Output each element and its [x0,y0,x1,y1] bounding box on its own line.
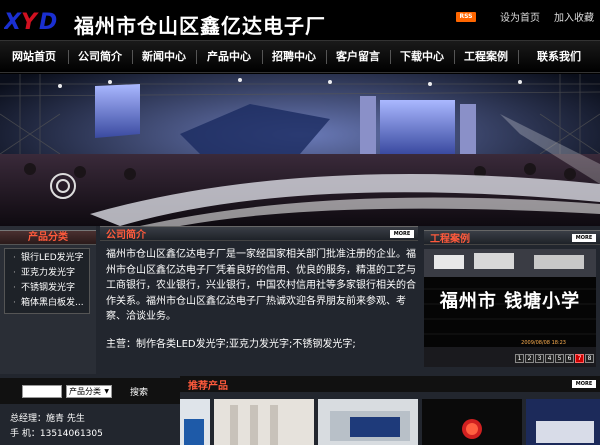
about-title: 公司简介 [106,230,146,241]
photo-timestamp: 2009/08/08 18:23 [521,340,566,346]
nav-item-contact[interactable]: 联系我们 [518,41,600,74]
about-paragraph: 福州市仓山区鑫亿达电子厂是一家经国家相关部门批准注册的企业。福州市仓山区鑫亿达电… [106,249,416,322]
rss-icon[interactable]: RSS [456,11,476,22]
product-thumbnail-strip[interactable] [180,399,600,445]
slide-page[interactable]: 3 [535,354,544,363]
search-button[interactable]: 搜索 [130,385,148,398]
slide-page[interactable]: 4 [545,354,554,363]
main-business: 主营：制作各类LED发光字;亚克力发光字;不锈钢发光字; [106,338,356,350]
search-input[interactable] [22,384,62,398]
slide-page[interactable]: 2 [525,354,534,363]
project-cases-section: 工程案例 MORE 福州市 钱塘小学 2009/08/08 18:23 1 2 [424,230,600,378]
about-body: 福州市仓山区鑫亿达电子厂是一家经国家相关部门批准注册的企业。福州市仓山区鑫亿达电… [100,241,418,352]
company-intro-section: 公司简介 MORE 福州市仓山区鑫亿达电子厂是一家经国家相关部门批准注册的企业。… [100,226,418,374]
products-more-button[interactable]: MORE [572,380,596,388]
nav-item-about[interactable]: 公司简介 [68,41,132,74]
category-select[interactable]: 产品分类 ▼ [66,384,112,398]
contact-info: 总经理：施青 先生 手 机：13514061305 [0,406,180,445]
nav-item-guestbook[interactable]: 客户留言 [326,41,390,74]
main-nav: 网站首页 公司简介 新闻中心 产品中心 招聘中心 客户留言 下载中心 工程案例 … [0,40,600,73]
content-area: 产品分类 银行LED发光字 亚克力发光字 不锈钢发光字 箱体黑白板发... 公司… [0,226,600,445]
recommended-products-header: 推荐产品 MORE [180,376,600,392]
slide-pager: 1 2 3 4 5 6 7 8 [515,354,594,363]
company-logo[interactable]: X Y D [4,8,68,34]
about-more-button[interactable]: MORE [390,229,414,238]
category-item[interactable]: 不锈钢发光字 [5,281,89,296]
svg-text:Y: Y [21,10,39,34]
category-select-value: 产品分类 [69,386,101,396]
slide-page[interactable]: 6 [565,354,574,363]
svg-text:X: X [4,10,22,34]
nav-item-home[interactable]: 网站首页 [0,41,68,74]
about-header: 公司简介 MORE [100,226,418,241]
product-thumbnails [180,399,600,445]
nav-item-news[interactable]: 新闻中心 [132,41,196,74]
top-links: RSS 设为首页 加入收藏 [456,9,594,24]
cases-header: 工程案例 MORE [424,230,600,245]
category-list: 银行LED发光字 亚克力发光字 不锈钢发光字 箱体黑白板发... [4,248,90,314]
case-slideshow[interactable]: 福州市 钱塘小学 2009/08/08 18:23 1 2 3 4 5 6 7 … [424,249,596,367]
header: X Y D 福州市仓山区鑫亿达电子厂 RSS 设为首页 加入收藏 [0,0,600,40]
svg-text:D: D [39,10,57,34]
company-name: 福州市仓山区鑫亿达电子厂 [74,14,326,38]
category-item[interactable]: 箱体黑白板发... [5,296,89,311]
nav-item-products[interactable]: 产品中心 [196,41,262,74]
sign-text: 福州市 钱塘小学 [439,291,581,312]
chevron-down-icon: ▼ [104,387,109,395]
product-category-sidebar: 产品分类 银行LED发光字 亚克力发光字 不锈钢发光字 箱体黑白板发... [0,226,96,374]
cases-title: 工程案例 [430,234,470,245]
cases-more-button[interactable]: MORE [572,233,596,242]
slide-page-active[interactable]: 7 [575,354,584,363]
set-homepage-link[interactable]: 设为首页 [500,9,540,24]
nav-item-jobs[interactable]: 招聘中心 [262,41,326,74]
nav-item-downloads[interactable]: 下载中心 [390,41,454,74]
sidebar-title: 产品分类 [0,230,96,245]
hero-banner [0,74,600,226]
mobile-phone: 手 机：13514061305 [10,429,103,439]
category-item[interactable]: 银行LED发光字 [5,251,89,266]
products-title: 推荐产品 [188,380,228,392]
slide-page[interactable]: 1 [515,354,524,363]
slide-page[interactable]: 8 [585,354,594,363]
search-bar: 产品分类 ▼ 搜索 [0,378,180,404]
nav-item-cases[interactable]: 工程案例 [454,41,518,74]
slide-page[interactable]: 5 [555,354,564,363]
manager-name: 总经理：施青 先生 [10,414,85,424]
category-item[interactable]: 亚克力发光字 [5,266,89,281]
stage-concert-image [0,74,600,226]
add-favorite-link[interactable]: 加入收藏 [554,9,594,24]
